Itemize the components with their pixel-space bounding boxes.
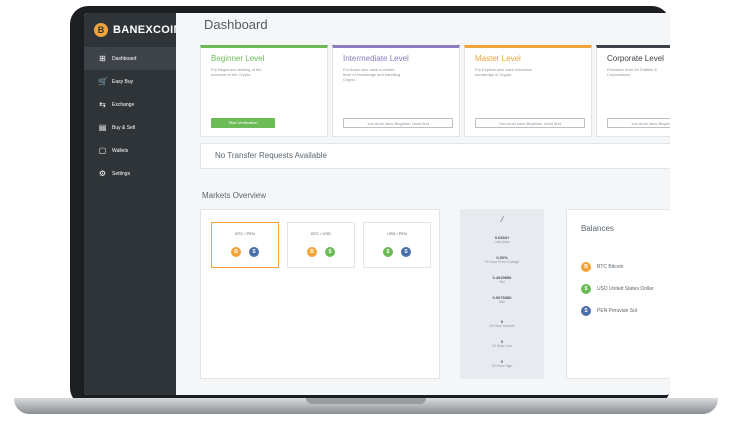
start-verification-button[interactable]: Start Verification: [211, 118, 275, 128]
sidebar-item-buy-sell[interactable]: ▤ Buy & Sell: [84, 116, 176, 139]
bitcoin-icon: B: [231, 247, 241, 257]
sidebar: B BANEXCOIN ⊞ Dashboard 🛒 Easy Buy ⇆ Exc…: [84, 13, 181, 395]
market-pair-usd-pen[interactable]: USD / PEN $ S: [363, 222, 431, 268]
balance-item-usd[interactable]: $ USD United States Dollar: [581, 284, 653, 294]
brand-mark-icon: B: [94, 23, 108, 37]
stat-bid: 0.4029856 Bid: [460, 275, 544, 284]
stat-low: 0 24 Hour Low: [460, 339, 544, 348]
sol-icon: S: [401, 247, 411, 257]
balance-label: BTC Bitcoin: [597, 264, 624, 270]
level-card-master: Master Level For Experts who have extens…: [464, 45, 592, 137]
main-content: Dashboard Beginner Level For Beginners s…: [176, 13, 670, 395]
sidebar-item-label: Dashboard: [112, 55, 137, 62]
market-stats-panel: / 0.0483+ Last price 0.00% 24 Hour Price…: [460, 209, 544, 379]
balances-panel: Balances B BTC Bitcoin $ USD United Stat…: [566, 209, 670, 379]
sidebar-item-exchange[interactable]: ⇆ Exchange: [84, 93, 176, 116]
dollar-icon: $: [383, 247, 393, 257]
sidebar-item-label: Easy Buy: [112, 78, 134, 85]
stat-high: 0 24 Hour High: [460, 359, 544, 368]
stat-label: Ask: [499, 300, 505, 304]
sidebar-item-dashboard[interactable]: ⊞ Dashboard: [84, 47, 176, 70]
level-title: Master Level: [475, 54, 521, 63]
sidebar-nav: ⊞ Dashboard 🛒 Easy Buy ⇆ Exchange ▤ Buy …: [84, 47, 176, 185]
wallet-icon: ▢: [98, 146, 107, 155]
balance-item-pen[interactable]: S PEN Peruvian Sol: [581, 306, 637, 316]
locked-level-button[interactable]: You must have Beginner Level first: [607, 118, 670, 128]
brand-name: BANEXCOIN: [113, 24, 182, 36]
pair-label: BTC / USD: [311, 231, 331, 236]
dollar-icon: $: [581, 284, 591, 294]
stat-label: 24 Hour Volume: [489, 324, 515, 328]
markets-overview-title: Markets Overview: [202, 191, 267, 200]
markets-overview-panel: BTC / PEN B S BTC / USD B $ USD / PEN $ …: [200, 209, 440, 379]
exchange-icon: ⇆: [99, 100, 106, 109]
level-card-corporate: Corporate Level Exclusive level for Enti…: [596, 45, 670, 137]
balance-label: PEN Peruvian Sol: [597, 308, 638, 314]
level-cards: Beginner Level For Beginners starting at…: [200, 45, 670, 137]
sidebar-item-label: Settings: [112, 170, 131, 177]
level-description: Exclusive level for Entities & Corporati…: [607, 67, 658, 77]
cart-icon: 🛒: [98, 77, 108, 86]
gear-icon: ⚙: [98, 169, 107, 178]
stat-label: Last price: [494, 240, 510, 244]
balances-title: Balances: [581, 224, 614, 233]
sidebar-item-easy-buy[interactable]: 🛒 Easy Buy: [84, 70, 176, 93]
stats-pair-heading: /: [500, 215, 504, 224]
screen: B BANEXCOIN ⊞ Dashboard 🛒 Easy Buy ⇆ Exc…: [84, 13, 670, 395]
level-description: For those who have a certain level of kn…: [343, 67, 400, 82]
stat-price-change: 0.00% 24 Hour Price Change: [460, 255, 544, 264]
level-title: Beginner Level: [211, 54, 265, 63]
stat-label: 24 Hour Price Change: [484, 260, 520, 264]
grid-icon: ⊞: [99, 54, 106, 63]
stat-label: Bid: [499, 280, 505, 284]
market-pair-btc-usd[interactable]: BTC / USD B $: [287, 222, 355, 268]
brand-logo[interactable]: B BANEXCOIN: [94, 23, 182, 37]
bitcoin-icon: B: [581, 262, 591, 272]
locked-level-button[interactable]: You must have Beginner Level first: [475, 118, 585, 128]
transfer-requests-text: No Transfer Requests Available: [215, 151, 327, 160]
bitcoin-icon: B: [307, 247, 317, 257]
page-title: Dashboard: [204, 17, 268, 32]
sol-icon: S: [581, 306, 591, 316]
stat-ask: 0.0079386 Ask: [460, 295, 544, 304]
stat-volume: 0 24 Hour Volume: [460, 319, 544, 328]
sidebar-item-label: Exchange: [112, 101, 135, 108]
level-description: For Experts who have extensive knowledge…: [475, 67, 532, 77]
sol-icon: S: [249, 247, 259, 257]
pair-label: BTC / PEN: [235, 231, 255, 236]
balance-item-btc[interactable]: B BTC Bitcoin: [581, 262, 623, 272]
sidebar-item-settings[interactable]: ⚙ Settings: [84, 162, 176, 185]
balance-label: USD United States Dollar: [597, 286, 654, 292]
level-description: For Beginners starting at the universe o…: [211, 67, 262, 77]
level-title: Intermediate Level: [343, 54, 409, 63]
locked-level-button[interactable]: You must have Beginner Level first: [343, 118, 453, 128]
sidebar-item-wallets[interactable]: ▢ Wallets: [84, 139, 176, 162]
stat-label: 24 Hour High: [491, 364, 513, 368]
level-card-beginner: Beginner Level For Beginners starting at…: [200, 45, 328, 137]
stat-last-price: 0.0483+ Last price: [460, 235, 544, 244]
sidebar-item-label: Buy & Sell: [112, 124, 136, 131]
stat-label: 24 Hour Low: [492, 344, 512, 348]
trade-icon: ▤: [98, 123, 107, 132]
level-card-intermediate: Intermediate Level For those who have a …: [332, 45, 460, 137]
market-pair-btc-pen[interactable]: BTC / PEN B S: [211, 222, 279, 268]
sidebar-item-label: Wallets: [112, 147, 129, 154]
pair-label: USD / PEN: [386, 231, 407, 236]
level-title: Corporate Level: [607, 54, 664, 63]
laptop-notch: [306, 398, 426, 404]
transfer-requests-panel: No Transfer Requests Available: [200, 143, 670, 169]
dollar-icon: $: [325, 247, 335, 257]
